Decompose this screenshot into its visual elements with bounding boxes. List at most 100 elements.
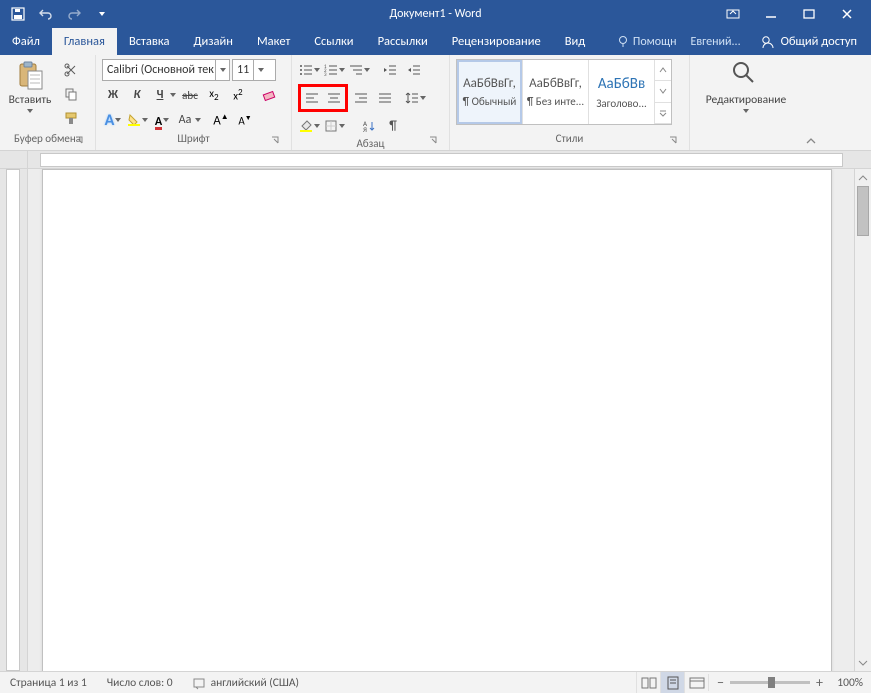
dialog-launcher-icon[interactable] — [429, 136, 441, 148]
tab-mailings[interactable]: Рассылки — [366, 28, 440, 55]
zoom-in-button[interactable]: + — [816, 674, 823, 691]
subscript-button[interactable]: x2 — [203, 84, 225, 106]
line-spacing-icon — [405, 91, 419, 105]
gallery-down-icon[interactable] — [655, 81, 671, 102]
highlight-button[interactable] — [126, 109, 149, 131]
increase-indent-button[interactable] — [403, 59, 425, 81]
superscript-button[interactable]: x2 — [227, 84, 249, 106]
print-layout-button[interactable] — [660, 672, 684, 693]
zoom-slider[interactable] — [730, 681, 810, 684]
clear-formatting-button[interactable] — [259, 84, 281, 106]
read-mode-button[interactable] — [636, 672, 660, 693]
tab-review[interactable]: Рецензирование — [440, 28, 553, 55]
italic-button[interactable]: К — [126, 84, 148, 106]
line-spacing-button[interactable] — [404, 87, 427, 109]
dialog-launcher-icon[interactable] — [75, 136, 87, 148]
document-area[interactable] — [28, 169, 854, 671]
spellcheck-icon — [193, 676, 207, 690]
tab-references[interactable]: Ссылки — [302, 28, 365, 55]
highlight-icon — [127, 113, 141, 127]
grow-font-button[interactable]: A▲ — [210, 109, 232, 131]
numbering-icon: 123 — [324, 64, 338, 76]
shading-button[interactable] — [298, 115, 321, 137]
multilevel-list-button[interactable] — [348, 59, 371, 81]
status-page[interactable]: Страница 1 из 1 — [0, 672, 97, 693]
minimize-icon[interactable] — [761, 4, 781, 24]
bold-button[interactable]: Ж — [102, 84, 124, 106]
tab-view[interactable]: Вид — [553, 28, 598, 55]
cut-button[interactable] — [60, 59, 82, 81]
tell-me[interactable]: Помощн — [613, 35, 681, 49]
page[interactable] — [42, 169, 832, 671]
undo-icon[interactable] — [38, 6, 54, 22]
save-icon[interactable] — [10, 6, 26, 22]
tab-insert[interactable]: Вставка — [117, 28, 182, 55]
ribbon-options-icon[interactable] — [723, 4, 743, 24]
scroll-down-icon[interactable] — [855, 654, 871, 671]
align-left-icon — [305, 92, 319, 104]
group-paragraph: 123 AЯ ¶ — [292, 55, 450, 150]
tab-home[interactable]: Главная — [52, 28, 117, 55]
change-case-button[interactable]: Aa — [175, 109, 202, 131]
collapse-ribbon-icon[interactable] — [805, 136, 817, 146]
align-center-button[interactable] — [323, 87, 345, 109]
sort-button[interactable]: AЯ — [358, 115, 380, 137]
sort-icon: AЯ — [362, 119, 376, 133]
justify-button[interactable] — [374, 87, 396, 109]
editing-button[interactable]: Редактирование — [701, 59, 791, 113]
dialog-launcher-icon[interactable] — [271, 136, 283, 148]
close-icon[interactable] — [837, 4, 857, 24]
print-layout-icon — [666, 676, 680, 690]
lightbulb-icon — [617, 35, 629, 49]
font-color-icon: A — [155, 111, 162, 130]
scroll-thumb[interactable] — [857, 186, 869, 236]
svg-text:3: 3 — [324, 72, 327, 76]
qat-customize-icon[interactable] — [94, 6, 110, 22]
web-layout-button[interactable] — [684, 672, 708, 693]
read-mode-icon — [641, 677, 657, 689]
copy-icon — [64, 87, 78, 101]
svg-text:Я: Я — [363, 125, 367, 133]
horizontal-ruler[interactable] — [0, 151, 871, 169]
align-right-button[interactable] — [350, 87, 372, 109]
vertical-scrollbar[interactable] — [854, 169, 871, 671]
vertical-ruler[interactable] — [0, 169, 28, 671]
style-no-spacing[interactable]: АаБбВвГг, ¶ Без инте... — [523, 60, 589, 124]
gallery-more-icon[interactable] — [655, 103, 671, 124]
copy-button[interactable] — [60, 83, 82, 105]
font-color-button[interactable]: A — [151, 109, 173, 131]
zoom-out-button[interactable]: − — [717, 674, 724, 691]
scroll-up-icon[interactable] — [855, 169, 871, 186]
text-effects-button[interactable]: A — [102, 109, 124, 131]
tab-design[interactable]: Дизайн — [181, 28, 245, 55]
zoom-level[interactable]: 100% — [829, 676, 863, 690]
format-painter-button[interactable] — [60, 107, 82, 129]
numbering-button[interactable]: 123 — [323, 59, 346, 81]
strikethrough-button[interactable]: abc — [179, 84, 201, 106]
dialog-launcher-icon[interactable] — [669, 136, 681, 148]
font-name-combo[interactable]: Calibri (Основной тек — [102, 59, 230, 81]
show-marks-button[interactable]: ¶ — [382, 115, 404, 137]
underline-button[interactable]: Ч — [150, 84, 177, 106]
bullets-button[interactable] — [298, 59, 321, 81]
share-icon — [761, 35, 775, 49]
maximize-icon[interactable] — [799, 4, 819, 24]
tab-layout[interactable]: Макет — [245, 28, 302, 55]
decrease-indent-button[interactable] — [379, 59, 401, 81]
paste-button[interactable]: Вставить — [6, 59, 54, 113]
style-heading1[interactable]: АаБбВв Заголово... — [589, 60, 655, 124]
align-left-button[interactable] — [301, 87, 323, 109]
style-normal[interactable]: АаБбВвГг, ¶ Обычный — [457, 60, 523, 124]
styles-gallery[interactable]: АаБбВвГг, ¶ Обычный АаБбВвГг, ¶ Без инте… — [456, 59, 672, 125]
redo-icon[interactable] — [66, 6, 82, 22]
shrink-font-button[interactable]: A▼ — [234, 109, 256, 131]
share-button[interactable]: Общий доступ — [751, 28, 867, 55]
find-icon — [730, 59, 762, 91]
tab-file[interactable]: Файл — [0, 28, 52, 55]
account-name[interactable]: Евгений... — [687, 35, 745, 49]
borders-button[interactable] — [323, 115, 346, 137]
status-language[interactable]: английский (США) — [183, 672, 309, 693]
status-words[interactable]: Число слов: 0 — [97, 672, 183, 693]
font-size-combo[interactable]: 11 — [232, 59, 276, 81]
gallery-up-icon[interactable] — [655, 60, 671, 81]
